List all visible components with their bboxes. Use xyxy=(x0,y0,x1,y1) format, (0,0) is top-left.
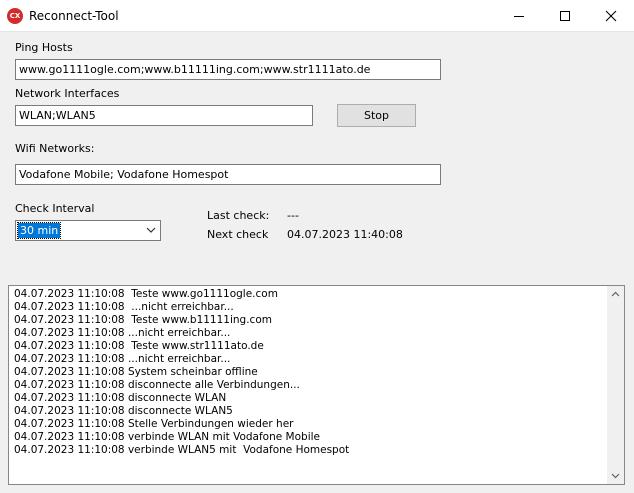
log-line: 04.07.2023 11:10:08 disconnecte alle Ver… xyxy=(14,379,300,391)
log-line: 04.07.2023 11:10:08 verbinde WLAN5 mit V… xyxy=(14,444,350,456)
stop-button[interactable]: Stop xyxy=(337,104,416,127)
log-line: 04.07.2023 11:10:08 Teste www.go1111ogle… xyxy=(14,288,278,300)
log-line: 04.07.2023 11:10:08 Teste www.str1111ato… xyxy=(14,340,264,352)
wifi-networks-label: Wifi Networks: xyxy=(15,142,95,155)
maximize-button[interactable] xyxy=(542,0,588,31)
check-interval-selected: 30 min xyxy=(16,222,62,239)
minimize-button[interactable] xyxy=(496,0,542,31)
app-icon: CX xyxy=(7,8,23,24)
last-check-label: Last check: xyxy=(207,209,270,222)
log-line: 04.07.2023 11:10:08 disconnecte WLAN5 xyxy=(14,405,233,417)
log-line: 04.07.2023 11:10:08 ...nicht erreichbar.… xyxy=(14,353,231,365)
wifi-networks-input[interactable]: Vodafone Mobile; Vodafone Homespot xyxy=(15,164,441,185)
scroll-down-icon[interactable] xyxy=(611,473,620,479)
scroll-up-icon[interactable] xyxy=(611,291,620,297)
last-check-value: --- xyxy=(287,209,299,222)
log-line: 04.07.2023 11:10:08 verbinde WLAN mit Vo… xyxy=(14,431,320,443)
title-bar: CX Reconnect-Tool xyxy=(0,0,634,32)
close-button[interactable] xyxy=(588,0,634,31)
next-check-value: 04.07.2023 11:40:08 xyxy=(287,228,403,241)
maximize-icon xyxy=(560,10,570,21)
log-line: 04.07.2023 11:10:08 System scheinbar off… xyxy=(14,366,258,378)
check-interval-label: Check Interval xyxy=(15,202,95,215)
chevron-down-icon xyxy=(146,227,156,233)
log-line: 04.07.2023 11:10:08 ...nicht erreichbar.… xyxy=(14,327,231,339)
ping-hosts-label: Ping Hosts xyxy=(15,41,73,54)
next-check-label: Next check xyxy=(207,228,269,241)
ping-hosts-input[interactable]: www.go1111ogle.com;www.b11111ing.com;www… xyxy=(15,59,441,80)
network-interfaces-label: Network Interfaces xyxy=(15,87,120,100)
minimize-icon xyxy=(514,15,524,17)
log-line: 04.07.2023 11:10:08 Teste www.b11111ing.… xyxy=(14,314,272,326)
close-icon xyxy=(605,10,617,21)
log-line: 04.07.2023 11:10:08 ...nicht erreichbar.… xyxy=(14,301,234,313)
log-scrollbar[interactable] xyxy=(607,286,624,484)
log-listbox[interactable]: 04.07.2023 11:10:08 Teste www.go1111ogle… xyxy=(8,285,625,485)
log-line: 04.07.2023 11:10:08 disconnecte WLAN xyxy=(14,392,227,404)
log-line: 04.07.2023 11:10:08 Stelle Verbindungen … xyxy=(14,418,294,430)
check-interval-dropdown[interactable]: 30 min xyxy=(15,220,161,241)
network-interfaces-input[interactable]: WLAN;WLAN5 xyxy=(15,105,313,126)
log-lines: 04.07.2023 11:10:08 Teste www.go1111ogle… xyxy=(14,288,349,457)
window-title: Reconnect-Tool xyxy=(29,9,119,23)
